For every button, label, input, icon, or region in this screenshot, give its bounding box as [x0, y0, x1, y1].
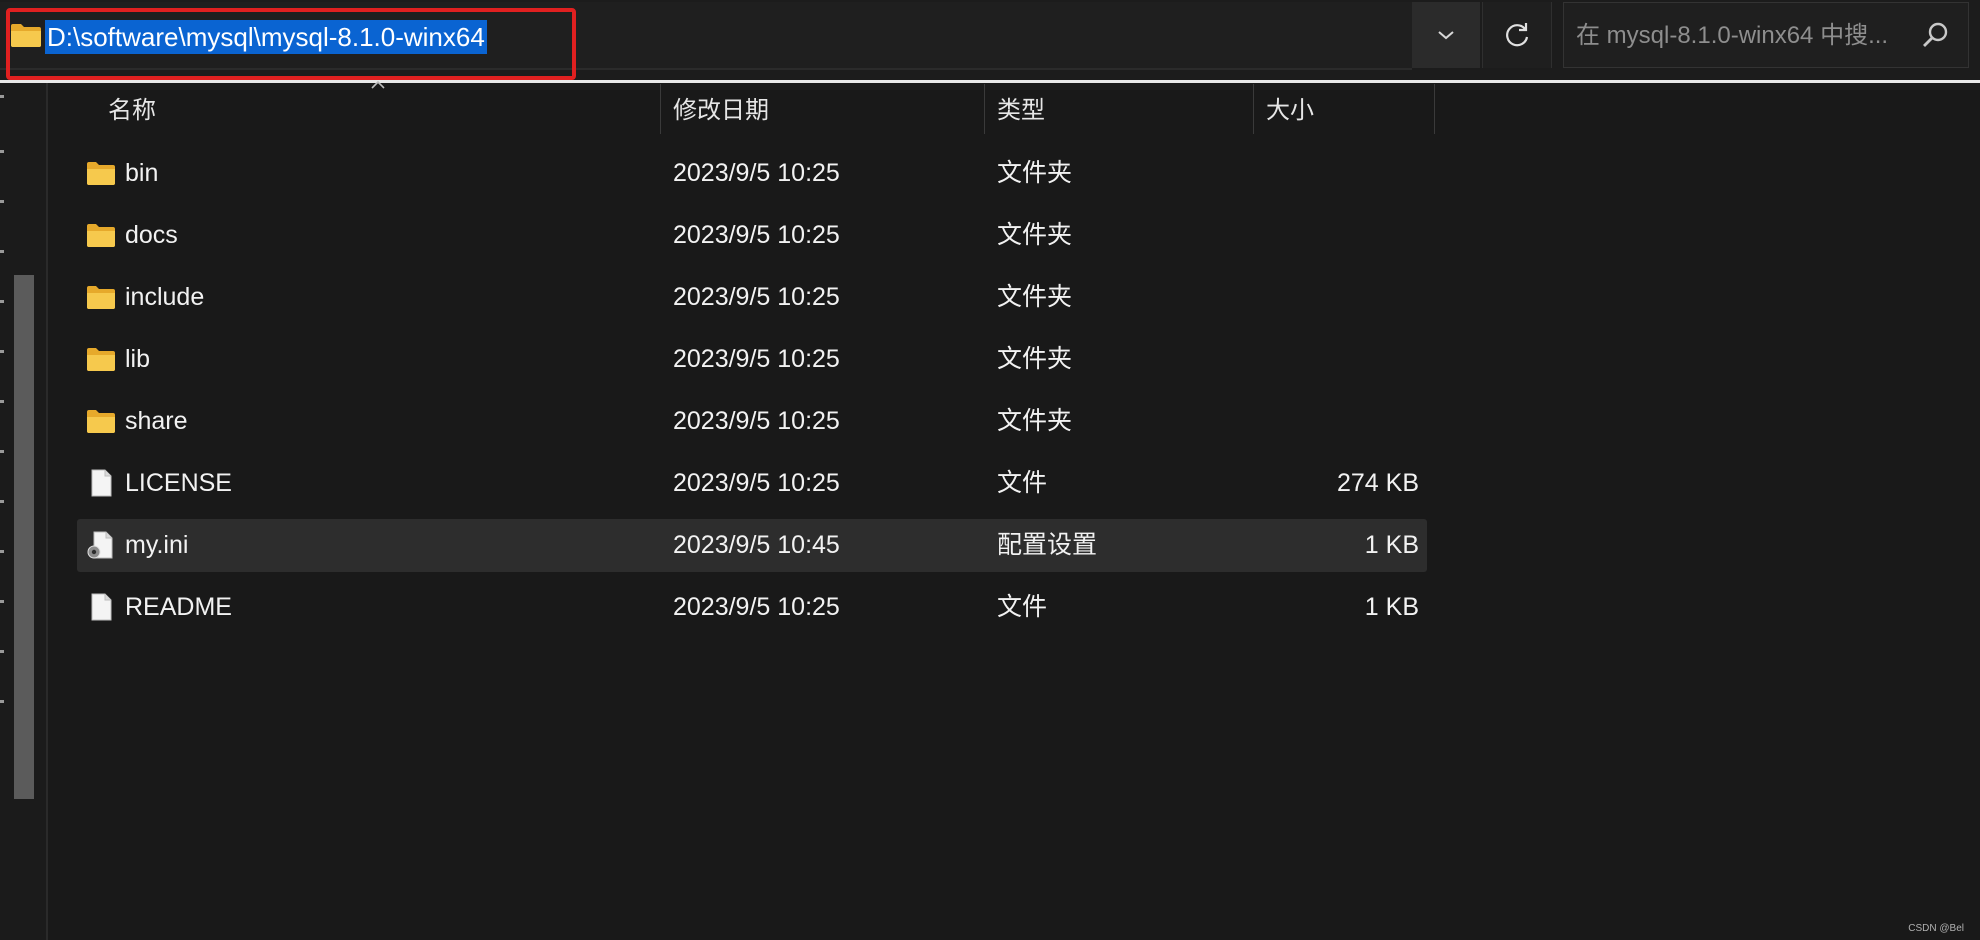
file-row-readme[interactable]: README 2023/9/5 10:25 文件 1 KB — [77, 581, 1427, 634]
file-name: share — [125, 407, 188, 435]
file-type: 文件夹 — [997, 407, 1073, 435]
file-type: 文件 — [997, 593, 1048, 621]
file-name: my.ini — [125, 531, 189, 559]
refresh-icon — [1506, 23, 1529, 47]
folder-icon — [87, 224, 115, 247]
file-name: README — [125, 593, 232, 621]
nav-marker — [0, 650, 4, 653]
search-icon[interactable] — [1920, 21, 1950, 51]
folder-icon — [87, 348, 115, 371]
nav-marker — [0, 550, 4, 553]
file-row-include[interactable]: include 2023/9/5 10:25 文件夹 — [77, 271, 1427, 324]
nav-marker — [0, 700, 4, 703]
file-row-lib[interactable]: lib 2023/9/5 10:25 文件夹 — [77, 333, 1427, 386]
file-date: 2023/9/5 10:25 — [673, 159, 840, 187]
column-header-date[interactable]: 修改日期 — [673, 88, 769, 134]
folder-icon — [87, 162, 115, 185]
nav-marker — [0, 600, 4, 603]
file-date: 2023/9/5 10:25 — [673, 469, 840, 497]
folder-icon — [87, 286, 115, 309]
file-size: 274 KB — [1336, 469, 1419, 497]
file-row-license[interactable]: LICENSE 2023/9/5 10:25 文件 274 KB — [77, 457, 1427, 510]
column-divider[interactable] — [1434, 84, 1435, 134]
file-date: 2023/9/5 10:25 — [673, 407, 840, 435]
file-type: 文件夹 — [997, 221, 1073, 249]
nav-marker — [0, 150, 4, 153]
file-name: LICENSE — [125, 469, 232, 497]
chevron-down-icon — [1438, 31, 1454, 40]
nav-marker — [0, 200, 4, 203]
file-size: 1 KB — [1364, 593, 1419, 621]
column-divider[interactable] — [1253, 84, 1254, 134]
file-type: 文件夹 — [997, 283, 1073, 311]
file-size: 1 KB — [1364, 531, 1419, 559]
config-file-icon — [87, 531, 113, 559]
file-date: 2023/9/5 10:25 — [673, 345, 840, 373]
annotation-highlight-box — [6, 8, 576, 80]
file-type: 配置设置 — [997, 531, 1098, 559]
file-row-docs[interactable]: docs 2023/9/5 10:25 文件夹 — [77, 209, 1427, 262]
nav-marker — [0, 450, 4, 453]
file-row-bin[interactable]: bin 2023/9/5 10:25 文件夹 — [77, 147, 1427, 200]
file-name: docs — [125, 221, 178, 249]
nav-marker — [0, 500, 4, 503]
file-name: lib — [125, 345, 151, 373]
column-divider[interactable] — [660, 84, 661, 134]
file-type: 文件夹 — [997, 159, 1073, 187]
file-type: 文件 — [997, 469, 1048, 497]
file-name: include — [125, 283, 205, 311]
refresh-button[interactable] — [1482, 2, 1552, 68]
nav-marker — [0, 250, 4, 253]
nav-marker — [0, 300, 4, 303]
file-date: 2023/9/5 10:25 — [673, 593, 840, 621]
column-header-name[interactable]: 名称 — [108, 88, 156, 134]
address-toolbar: D:\software\mysql\mysql-8.1.0-winx64 — [0, 0, 1980, 80]
file-row-share[interactable]: share 2023/9/5 10:25 文件夹 — [77, 395, 1427, 448]
folder-icon — [87, 410, 115, 433]
nav-marker — [0, 400, 4, 403]
file-icon — [91, 469, 112, 497]
watermark-text: CSDN @Bel — [1908, 923, 1964, 934]
file-name: bin — [125, 159, 159, 187]
nav-marker — [0, 95, 4, 98]
column-header-size[interactable]: 大小 — [1266, 88, 1314, 134]
column-divider[interactable] — [984, 84, 985, 134]
file-icon — [91, 593, 112, 621]
file-type: 文件夹 — [997, 345, 1073, 373]
file-date: 2023/9/5 10:25 — [673, 283, 840, 311]
column-header-type[interactable]: 类型 — [997, 88, 1045, 134]
file-date: 2023/9/5 10:25 — [673, 221, 840, 249]
address-history-dropdown-button[interactable] — [1412, 2, 1480, 68]
sort-ascending-icon — [371, 80, 385, 89]
file-date: 2023/9/5 10:45 — [673, 531, 840, 559]
toolbar-divider — [0, 80, 1980, 83]
nav-marker — [0, 350, 4, 353]
search-input[interactable] — [1574, 3, 1908, 69]
navigation-pane[interactable] — [0, 83, 48, 940]
nav-scrollbar-thumb[interactable] — [14, 275, 34, 799]
file-row-my-ini[interactable]: my.ini 2023/9/5 10:45 配置设置 1 KB — [77, 519, 1427, 572]
search-box[interactable] — [1563, 2, 1969, 69]
